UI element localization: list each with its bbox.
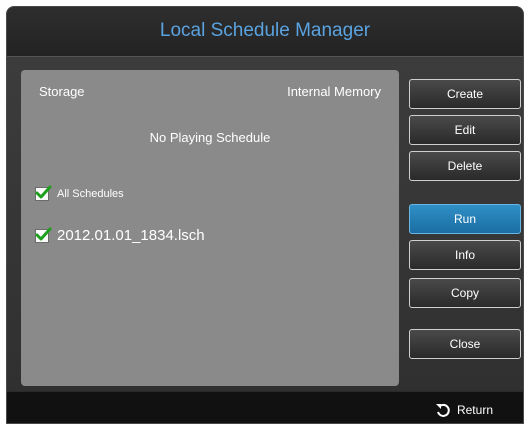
- all-schedules-label: All Schedules: [57, 188, 124, 200]
- copy-button[interactable]: Copy: [409, 278, 521, 308]
- create-button[interactable]: Create: [409, 79, 521, 109]
- return-label: Return: [456, 403, 493, 417]
- return-icon: [435, 403, 450, 417]
- title-bar: Local Schedule Manager: [7, 7, 523, 57]
- all-schedules-option[interactable]: All Schedules: [35, 185, 124, 201]
- schedule-panel: Storage Internal Memory No Playing Sched…: [21, 70, 399, 386]
- check-icon: [35, 185, 52, 199]
- run-button[interactable]: Run: [409, 204, 521, 234]
- storage-value: Internal Memory: [287, 84, 381, 99]
- check-icon: [35, 227, 52, 240]
- storage-row: Storage Internal Memory: [39, 84, 381, 104]
- schedule-manager-dialog: Local Schedule Manager Storage Internal …: [6, 6, 524, 424]
- schedule-file-name: 2012.01.01_1834.lsch: [57, 227, 205, 244]
- storage-label: Storage: [39, 84, 85, 99]
- schedule-file-checkbox[interactable]: [35, 227, 52, 243]
- delete-button[interactable]: Delete: [409, 151, 521, 181]
- all-schedules-checkbox[interactable]: [35, 185, 52, 201]
- return-button[interactable]: Return: [435, 402, 493, 418]
- close-button[interactable]: Close: [409, 329, 521, 359]
- dialog-title: Local Schedule Manager: [159, 20, 371, 41]
- action-buttons: Create Edit Delete Run Info Copy Close: [409, 57, 521, 391]
- dialog-body: Storage Internal Memory No Playing Sched…: [7, 57, 523, 391]
- edit-button[interactable]: Edit: [409, 115, 521, 145]
- playing-status: No Playing Schedule: [149, 130, 271, 145]
- info-button[interactable]: Info: [409, 240, 521, 270]
- footer-bar: Return: [7, 391, 523, 423]
- schedule-file-item[interactable]: 2012.01.01_1834.lsch: [35, 227, 205, 244]
